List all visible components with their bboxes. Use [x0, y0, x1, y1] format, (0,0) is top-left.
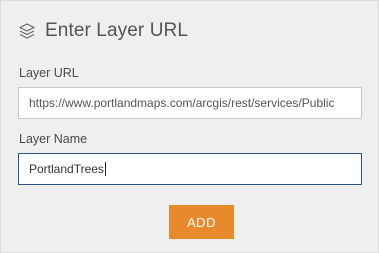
panel-header: Enter Layer URL [18, 19, 188, 43]
layer-name-input[interactable]: PortlandTrees [18, 153, 362, 185]
layer-url-label: Layer URL [19, 66, 79, 80]
layer-url-input[interactable]: https://www.portlandmaps.com/arcgis/rest… [18, 87, 362, 119]
layer-name-label: Layer Name [19, 132, 88, 146]
panel-title: Enter Layer URL [45, 20, 189, 41]
text-cursor [104, 162, 106, 176]
layer-url-value: https://www.portlandmaps.com/arcgis/rest… [29, 96, 335, 110]
layers-icon [18, 22, 36, 40]
enter-layer-url-panel: Enter Layer URL Layer URL https://www.po… [0, 0, 379, 253]
add-button[interactable]: ADD [169, 205, 234, 239]
layer-name-value: PortlandTrees [29, 162, 104, 176]
